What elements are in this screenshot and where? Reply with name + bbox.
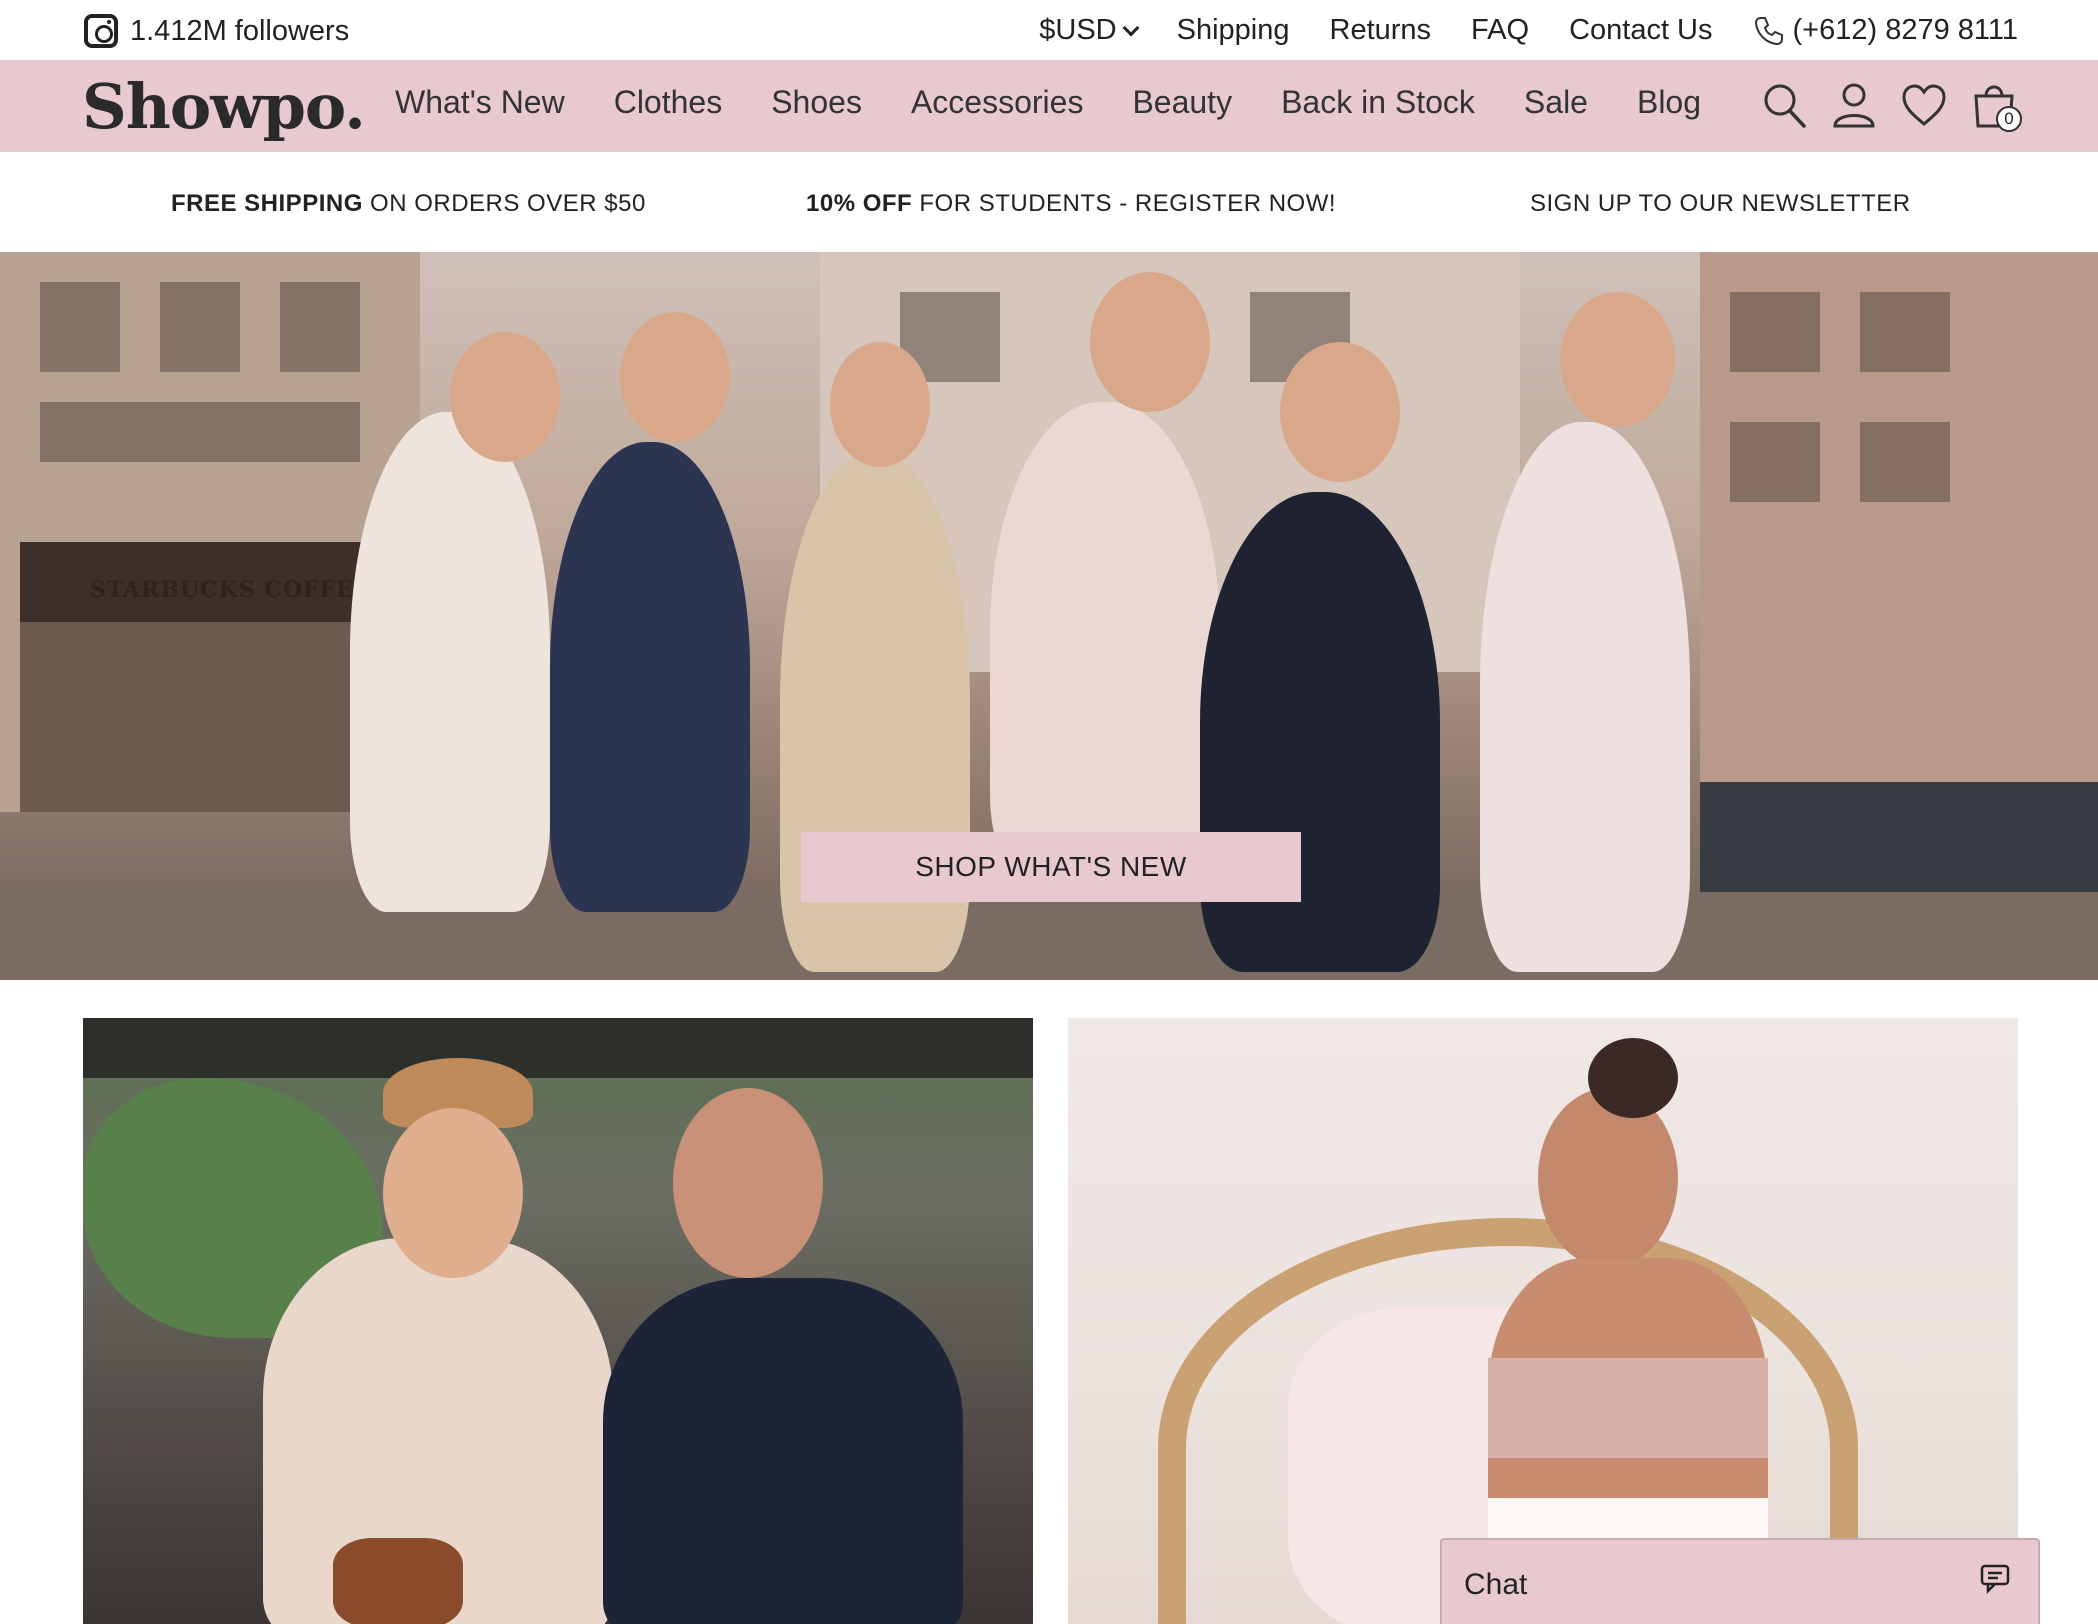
promo-tile-left[interactable] (83, 1018, 1033, 1624)
followers-count: 1.412M followers (130, 14, 350, 47)
model-head (450, 332, 560, 462)
nav-item-clothes[interactable]: Clothes (614, 84, 723, 121)
cart-button[interactable]: 0 (1970, 80, 2022, 132)
promo-tile-right[interactable] (1068, 1018, 2018, 1624)
nav-menu: What's New Clothes Shoes Accessories Bea… (395, 84, 1701, 121)
nav-item-sale[interactable]: Sale (1524, 84, 1588, 121)
building-window (1860, 422, 1950, 502)
building-window (1730, 422, 1820, 502)
phone-number: (+612) 8279 8111 (1792, 14, 2018, 46)
nav-item-blog[interactable]: Blog (1637, 84, 1701, 121)
building-window (280, 282, 360, 372)
model-head (383, 1108, 523, 1278)
showpo-logo[interactable]: Showpo. (82, 70, 366, 143)
starbucks-sign: STARBUCKS COFFEE (90, 577, 372, 603)
building-window (160, 282, 240, 372)
phone-link[interactable]: (+612) 8279 8111 (1753, 14, 2018, 47)
awning (83, 1018, 1033, 1078)
storefront (20, 622, 390, 812)
chevron-down-icon (1122, 19, 1140, 36)
model-cream-dress (350, 412, 550, 912)
currency-selector[interactable]: $USD (1039, 14, 1140, 47)
faq-link[interactable]: FAQ (1471, 14, 1529, 47)
building-window (1860, 292, 1950, 372)
chat-label: Chat (1464, 1568, 1528, 1601)
model-head (1560, 292, 1675, 427)
newsletter-signup-link[interactable]: SIGN UP TO OUR NEWSLETTER (1530, 190, 1911, 218)
shop-whats-new-button[interactable]: SHOP WHAT'S NEW (801, 832, 1301, 902)
model-navy-dress (550, 442, 750, 912)
nav-item-shoes[interactable]: Shoes (771, 84, 862, 121)
free-shipping-bold: FREE SHIPPING (171, 190, 363, 217)
model-head (1280, 342, 1400, 482)
main-navigation: Showpo. What's New Clothes Shoes Accesso… (0, 60, 2098, 152)
street (0, 892, 2098, 980)
currency-label: $USD (1039, 14, 1117, 46)
free-shipping-text: ON ORDERS OVER $50 (362, 190, 646, 217)
model-head (1538, 1088, 1678, 1268)
model-head (620, 312, 730, 442)
crossbody-bag (333, 1538, 463, 1624)
nav-item-whats-new[interactable]: What's New (395, 84, 565, 121)
top-links: $USD Shipping Returns FAQ Contact Us (+6… (1039, 14, 2018, 47)
instagram-icon (84, 14, 118, 48)
model-navy-floral-dress (603, 1278, 963, 1624)
promo-bar: FREE SHIPPING ON ORDERS OVER $50 10% OFF… (0, 152, 2098, 252)
returns-link[interactable]: Returns (1330, 14, 1432, 47)
model-hair-bun (1588, 1038, 1678, 1118)
building-window (40, 402, 360, 462)
building-window (1730, 292, 1820, 372)
nav-item-back-in-stock[interactable]: Back in Stock (1281, 84, 1475, 121)
student-discount-bold: 10% OFF (806, 190, 913, 217)
model-head (1090, 272, 1210, 412)
nav-item-accessories[interactable]: Accessories (911, 84, 1084, 121)
nav-icon-group: 0 (1760, 80, 2022, 132)
chat-widget[interactable]: Chat (1440, 1538, 2040, 1624)
shipping-link[interactable]: Shipping (1177, 14, 1290, 47)
model-floral-dress (990, 402, 1220, 882)
search-icon[interactable] (1760, 80, 1808, 130)
building-window (40, 282, 120, 372)
polka-dot-bandeau (1488, 1358, 1768, 1458)
student-discount-text: FOR STUDENTS - REGISTER NOW! (912, 190, 1337, 217)
instagram-followers-link[interactable]: 1.412M followers (84, 14, 349, 48)
free-shipping-promo[interactable]: FREE SHIPPING ON ORDERS OVER $50 (171, 190, 646, 218)
nav-item-beauty[interactable]: Beauty (1132, 84, 1232, 121)
account-icon[interactable] (1830, 80, 1878, 130)
cart-count-badge: 0 (1996, 106, 2022, 132)
chat-bubble-icon (1980, 1564, 2010, 1594)
heart-icon[interactable] (1900, 80, 1948, 130)
top-utility-bar: 1.412M followers $USD Shipping Returns F… (0, 0, 2098, 60)
student-discount-promo[interactable]: 10% OFF FOR STUDENTS - REGISTER NOW! (806, 190, 1336, 218)
contact-us-link[interactable]: Contact Us (1569, 14, 1712, 47)
model-head (673, 1088, 823, 1278)
phone-icon (1754, 16, 1783, 45)
model-head (830, 342, 930, 467)
model-gingham-pants (1480, 422, 1690, 972)
